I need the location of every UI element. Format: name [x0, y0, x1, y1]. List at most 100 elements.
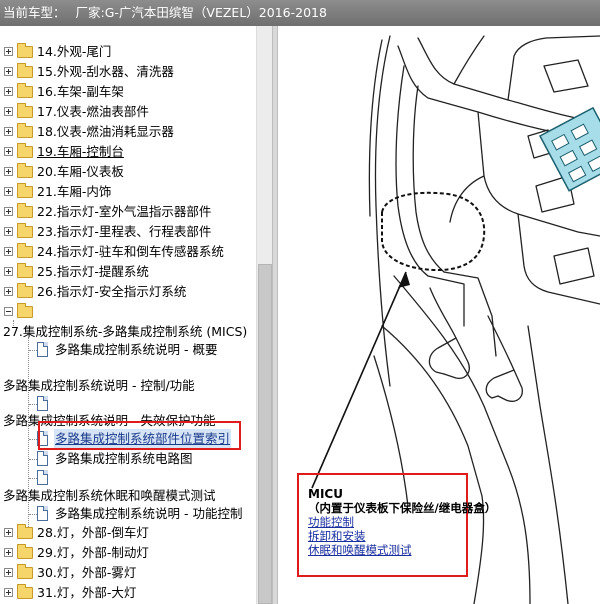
tree-leaf-sleep-wake-test[interactable]: 多路集成控制系统休眠和唤醒模式测试: [0, 486, 256, 506]
folder-icon: [17, 544, 33, 559]
expand-plus-icon[interactable]: [4, 548, 13, 557]
collapse-minus-icon[interactable]: [4, 307, 13, 316]
tree-node-label: 19.车厢-控制台: [37, 144, 124, 159]
folder-icon: [17, 43, 33, 58]
tree-node-21[interactable]: 21.车厢-内饰: [0, 182, 256, 202]
tree-leaf-circuit-diagram[interactable]: 多路集成控制系统电路图: [0, 449, 256, 469]
document-icon: [37, 470, 48, 485]
tree-scrollbar-thumb[interactable]: [258, 264, 272, 604]
tree-node-18[interactable]: 18.仪表-燃油消耗显示器: [0, 122, 256, 142]
tree-node-expanded[interactable]: [0, 302, 256, 322]
tree-node-15[interactable]: 15.外观-刮水器、清洗器: [0, 62, 256, 82]
folder-icon: [17, 143, 33, 158]
navigation-tree-pane: 14.外观-尾门 15.外观-刮水器、清洗器 16.车架-副车架 17.仪表-燃…: [0, 26, 272, 604]
selected-item-highlight-box: [38, 421, 241, 450]
tree-node-label: 17.仪表-燃油表部件: [37, 104, 149, 119]
expand-plus-icon[interactable]: [4, 287, 13, 296]
expand-plus-icon[interactable]: [4, 87, 13, 96]
expand-plus-icon[interactable]: [4, 588, 13, 597]
tree-node-label: 22.指示灯-室外气温指示器部件: [37, 204, 212, 219]
tree-leaf-label: 多路集成控制系统电路图: [55, 451, 193, 466]
tree-node-label: 15.外观-刮水器、清洗器: [37, 64, 174, 79]
tree-node-label: 25.指示灯-提醒系统: [37, 264, 149, 279]
tree-leaf-sleep-wake-icon-row[interactable]: [0, 468, 256, 488]
expand-plus-icon[interactable]: [4, 568, 13, 577]
folder-icon: [17, 524, 33, 539]
expand-plus-icon[interactable]: [4, 47, 13, 56]
tree-node-23[interactable]: 23.指示灯-里程表、行程表部件: [0, 222, 256, 242]
tree-node-label: 20.车厢-仪表板: [37, 164, 124, 179]
tree-leaf-function-control[interactable]: 多路集成控制系统说明 - 功能控制: [0, 504, 256, 524]
expand-plus-icon[interactable]: [4, 107, 13, 116]
tree-node-label: 16.车架-副车架: [37, 84, 124, 99]
tree-node-label: 28.灯，外部-倒车灯: [37, 525, 149, 540]
tree-leaf-label: 多路集成控制系统说明 - 概要: [55, 342, 218, 357]
expand-plus-icon[interactable]: [4, 528, 13, 537]
expand-plus-icon[interactable]: [4, 267, 13, 276]
folder-icon: [17, 243, 33, 258]
function-control-link[interactable]: 功能控制: [308, 515, 468, 529]
tree-node-24[interactable]: 24.指示灯-驻车和倒车传感器系统: [0, 242, 256, 262]
tree-node-19[interactable]: 19.车厢-控制台: [0, 142, 256, 162]
expand-plus-icon[interactable]: [4, 207, 13, 216]
tree-node-28[interactable]: 28.灯，外部-倒车灯: [0, 523, 256, 543]
tree-node-label: 30.灯，外部-雾灯: [37, 565, 137, 580]
tree-guide-line: [29, 514, 37, 515]
expand-plus-icon[interactable]: [4, 127, 13, 136]
title-bar: 当前车型： 厂家:G-广汽本田缤智（VEZEL）2016-2018: [0, 0, 600, 26]
navigation-tree: 14.外观-尾门 15.外观-刮水器、清洗器 16.车架-副车架 17.仪表-燃…: [0, 26, 256, 604]
folder-icon: [17, 163, 33, 178]
tree-node-22[interactable]: 22.指示灯-室外气温指示器部件: [0, 202, 256, 222]
tree-node-25[interactable]: 25.指示灯-提醒系统: [0, 262, 256, 282]
tree-guide-line: [29, 478, 37, 479]
folder-icon: [17, 283, 33, 298]
tree-leaf-label: 多路集成控制系统休眠和唤醒模式测试: [3, 488, 216, 503]
tree-node-29[interactable]: 29.灯，外部-制动灯: [0, 543, 256, 563]
tree-guide-line: [29, 404, 37, 405]
document-icon: [37, 342, 48, 357]
tree-node-label: 23.指示灯-里程表、行程表部件: [37, 224, 212, 239]
title-model: 厂家:G-广汽本田缤智（VEZEL）2016-2018: [75, 5, 327, 20]
folder-icon: [17, 263, 33, 278]
tree-guide-line: [29, 350, 37, 351]
removal-installation-link[interactable]: 拆卸和安装: [308, 529, 468, 543]
tree-node-31[interactable]: 31.灯，外部-大灯: [0, 583, 256, 603]
title-label: 当前车型：: [3, 5, 66, 20]
tree-node-label: 31.灯，外部-大灯: [37, 585, 137, 600]
callout-title: MICU: [308, 487, 343, 501]
tree-node-label: 14.外观-尾门: [37, 44, 112, 59]
expand-plus-icon[interactable]: [4, 147, 13, 156]
tree-node-label: 21.车厢-内饰: [37, 184, 112, 199]
tree-leaf-overview[interactable]: 多路集成控制系统说明 - 概要: [0, 340, 256, 360]
tree-leaf-label: 多路集成控制系统说明 - 功能控制: [55, 506, 243, 521]
tree-node-label: 29.灯，外部-制动灯: [37, 545, 149, 560]
tree-node-26[interactable]: 26.指示灯-安全指示灯系统: [0, 282, 256, 302]
sleep-wake-test-link[interactable]: 休眠和唤醒模式测试: [308, 543, 468, 557]
expand-plus-icon[interactable]: [4, 167, 13, 176]
expand-plus-icon[interactable]: [4, 187, 13, 196]
tree-node-27[interactable]: 27.集成控制系统-多路集成控制系统 (MICS): [0, 322, 256, 342]
tree-node-14[interactable]: 14.外观-尾门: [0, 42, 256, 62]
tree-leaf-control-function[interactable]: 多路集成控制系统说明 - 控制/功能: [0, 376, 256, 396]
tree-node-label: 24.指示灯-驻车和倒车传感器系统: [37, 244, 224, 259]
callout-subtitle: （内置于仪表板下保险丝/继电器盒）: [308, 501, 497, 515]
tree-node-17[interactable]: 17.仪表-燃油表部件: [0, 102, 256, 122]
document-icon: [37, 506, 48, 521]
folder-icon: [17, 303, 33, 318]
tree-node-16[interactable]: 16.车架-副车架: [0, 82, 256, 102]
expand-plus-icon[interactable]: [4, 227, 13, 236]
expand-plus-icon[interactable]: [4, 247, 13, 256]
tree-node-20[interactable]: 20.车厢-仪表板: [0, 162, 256, 182]
folder-icon: [17, 183, 33, 198]
folder-icon: [17, 223, 33, 238]
folder-icon: [17, 83, 33, 98]
folder-icon: [17, 564, 33, 579]
tree-guide-line: [29, 439, 37, 440]
tree-scrollbar[interactable]: [256, 26, 272, 604]
micu-callout: MICU （内置于仪表板下保险丝/继电器盒） 功能控制 拆卸和安装 休眠和唤醒模…: [308, 487, 497, 557]
folder-icon: [17, 203, 33, 218]
expand-plus-icon[interactable]: [4, 67, 13, 76]
tree-node-30[interactable]: 30.灯，外部-雾灯: [0, 563, 256, 583]
tree-node-label: 27.集成控制系统-多路集成控制系统 (MICS): [3, 324, 248, 339]
folder-icon: [17, 123, 33, 138]
